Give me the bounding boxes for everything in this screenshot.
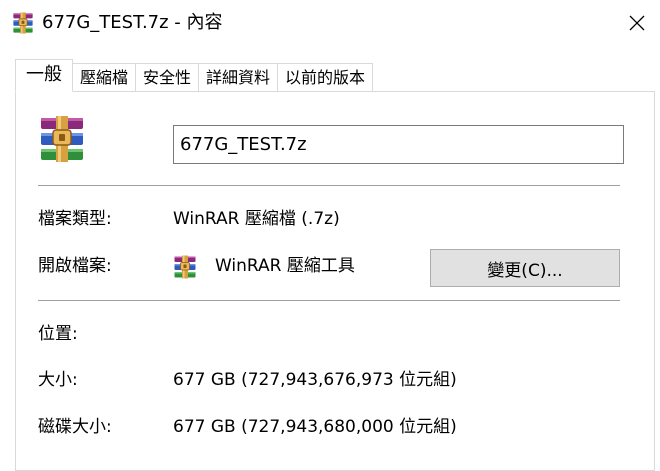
tab-archive[interactable]: 壓縮檔 [72, 63, 137, 91]
tab-details[interactable]: 詳細資料 [198, 63, 279, 91]
file-type-value: WinRAR 壓縮檔 (.7z) [173, 209, 340, 229]
location-label: 位置: [38, 324, 78, 344]
opens-with-label: 開啟檔案: [38, 256, 112, 276]
file-type-label: 檔案類型: [38, 209, 112, 229]
file-name-field[interactable] [173, 125, 624, 164]
size-label: 大小: [38, 370, 78, 390]
tab-bar: 一般 壓縮檔 安全性 詳細資料 以前的版本 [15, 59, 374, 92]
window-title: 677G_TEST.7z - 內容 [42, 12, 223, 33]
close-icon [629, 15, 645, 31]
title-bar: 677G_TEST.7z - 內容 [0, 0, 660, 46]
close-button[interactable] [614, 0, 660, 46]
change-button[interactable]: 變更(C)... [430, 249, 620, 287]
tab-security[interactable]: 安全性 [135, 63, 200, 91]
size-on-disk-label: 磁碟大小: [38, 417, 112, 437]
size-value: 677 GB (727,943,676,973 位元組) [173, 370, 457, 390]
tab-previous-versions[interactable]: 以前的版本 [277, 63, 374, 91]
tab-general[interactable]: 一般 [15, 59, 73, 92]
size-on-disk-value: 677 GB (727,943,680,000 位元組) [173, 417, 457, 437]
separator [38, 300, 620, 301]
winrar-archive-icon [38, 116, 86, 162]
separator [38, 185, 620, 186]
winrar-archive-icon [173, 254, 197, 280]
opens-with-value: WinRAR 壓縮工具 [215, 256, 355, 276]
winrar-archive-icon [12, 12, 34, 34]
